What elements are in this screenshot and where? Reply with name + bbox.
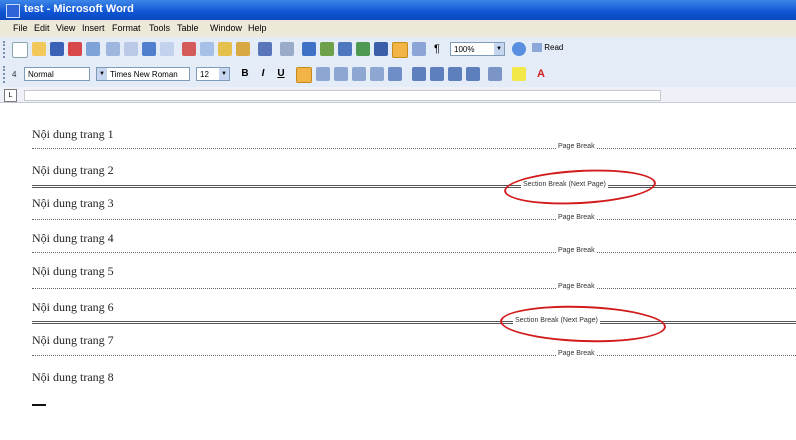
page-break-label: Page Break <box>556 350 597 357</box>
print-icon[interactable] <box>106 42 120 56</box>
email-icon[interactable] <box>86 42 100 56</box>
zoom-combo[interactable]: 100% ▼ <box>450 42 505 56</box>
title-bar: test - Microsoft Word <box>0 0 796 20</box>
document-area[interactable]: Nội dung trang 1 Page Break Nội dung tra… <box>0 103 796 440</box>
menu-edit[interactable]: Edit <box>34 23 50 33</box>
document-line[interactable]: Nội dung trang 3 <box>32 196 114 211</box>
standard-toolbar: ¶ 100% ▼ Read <box>0 37 796 63</box>
document-line[interactable]: Nội dung trang 6 <box>32 300 114 315</box>
page-break-label: Page Break <box>556 283 597 290</box>
menu-help[interactable]: Help <box>248 23 267 33</box>
toolbar-grip[interactable] <box>3 41 8 58</box>
font-value: Times New Roman <box>110 70 178 79</box>
underline-button[interactable]: U <box>274 67 288 81</box>
chevron-down-icon[interactable]: ▼ <box>494 43 504 55</box>
highlight-icon[interactable] <box>512 67 526 81</box>
font-combo[interactable]: ▼ Times New Roman <box>96 67 190 81</box>
document-line[interactable]: Nội dung trang 2 <box>32 163 114 178</box>
menu-file[interactable]: File <box>13 23 28 33</box>
style-combo[interactable]: Normal <box>24 67 90 81</box>
align-center-icon[interactable] <box>316 67 330 81</box>
page-break-label: Page Break <box>556 214 597 221</box>
copy-icon[interactable] <box>200 42 214 56</box>
document-line[interactable]: Nội dung trang 7 <box>32 333 114 348</box>
page-break-label: Page Break <box>556 247 597 254</box>
menu-window[interactable]: Window <box>210 23 242 33</box>
permission-icon[interactable] <box>68 42 82 56</box>
redo-icon[interactable] <box>280 42 294 56</box>
document-map-icon[interactable] <box>412 42 426 56</box>
drawing-icon[interactable] <box>392 42 408 58</box>
help-icon[interactable] <box>512 42 526 56</box>
paste-icon[interactable] <box>218 42 232 56</box>
document-line[interactable]: Nội dung trang 8 <box>32 370 114 385</box>
menu-tools[interactable]: Tools <box>149 23 170 33</box>
cut-icon[interactable] <box>182 42 196 56</box>
hyperlink-icon[interactable] <box>302 42 316 56</box>
show-hide-icon[interactable]: ¶ <box>430 42 444 56</box>
font-color-icon[interactable]: A <box>534 67 548 81</box>
style-value: Normal <box>28 70 54 79</box>
research-icon[interactable] <box>160 42 174 56</box>
new-document-icon[interactable] <box>12 42 28 58</box>
font-size-combo[interactable]: 12 ▼ <box>196 67 230 81</box>
justify-icon[interactable] <box>352 67 366 81</box>
tab-selector-icon[interactable]: L <box>4 89 17 102</box>
open-folder-icon[interactable] <box>32 42 46 56</box>
font-size-value: 12 <box>200 70 209 79</box>
chevron-down-icon[interactable]: ▼ <box>97 68 107 80</box>
bold-button[interactable]: B <box>238 67 252 81</box>
insert-table-icon[interactable] <box>338 42 352 56</box>
distributed-icon[interactable] <box>370 67 384 81</box>
annotation-circle <box>499 303 667 345</box>
print-preview-icon[interactable] <box>124 42 138 56</box>
columns-icon[interactable] <box>374 42 388 56</box>
numbering-icon[interactable] <box>412 67 426 81</box>
chevron-down-icon[interactable]: ▼ <box>219 68 229 80</box>
menu-table[interactable]: Table <box>177 23 199 33</box>
spelling-icon[interactable] <box>142 42 156 56</box>
format-painter-icon[interactable] <box>236 42 250 56</box>
annotation-circle <box>503 166 657 208</box>
ruler-scale[interactable] <box>24 90 661 101</box>
border-icon[interactable] <box>488 67 502 81</box>
increase-indent-icon[interactable] <box>466 67 480 81</box>
decrease-indent-icon[interactable] <box>448 67 462 81</box>
read-icon <box>532 43 542 53</box>
bullets-icon[interactable] <box>430 67 444 81</box>
page-break-label: Page Break <box>556 143 597 150</box>
menu-insert[interactable]: Insert <box>82 23 105 33</box>
text-cursor <box>32 404 46 406</box>
line-spacing-icon[interactable] <box>388 67 402 81</box>
document-line[interactable]: Nội dung trang 5 <box>32 264 114 279</box>
zoom-value: 100% <box>454 45 475 54</box>
menu-view[interactable]: View <box>56 23 75 33</box>
italic-button[interactable]: I <box>256 67 270 81</box>
page-break <box>32 148 796 150</box>
align-right-icon[interactable] <box>334 67 348 81</box>
page-break <box>32 219 796 221</box>
menu-bar: File Edit View Insert Format Tools Table… <box>0 20 796 37</box>
read-button[interactable]: Read <box>532 43 564 53</box>
word-app-icon[interactable] <box>6 4 20 18</box>
toolbar-grip[interactable] <box>3 66 8 83</box>
menu-format[interactable]: Format <box>112 23 141 33</box>
window-title: test - Microsoft Word <box>24 3 134 15</box>
page-break <box>32 252 796 254</box>
section-break <box>32 321 796 327</box>
insert-excel-icon[interactable] <box>356 42 370 56</box>
page-break <box>32 355 796 357</box>
save-icon[interactable] <box>50 42 64 56</box>
horizontal-ruler[interactable]: L <box>0 87 796 103</box>
read-label: Read <box>544 43 564 52</box>
undo-icon[interactable] <box>258 42 272 56</box>
page-break <box>32 288 796 290</box>
document-line[interactable]: Nội dung trang 4 <box>32 231 114 246</box>
section-break <box>32 185 796 191</box>
align-left-icon[interactable] <box>296 67 312 83</box>
tables-borders-icon[interactable] <box>320 42 334 56</box>
document-line[interactable]: Nội dung trang 1 <box>32 127 114 142</box>
formatting-toolbar: 4 Normal ▼ Times New Roman 12 ▼ B I U A <box>0 62 796 88</box>
